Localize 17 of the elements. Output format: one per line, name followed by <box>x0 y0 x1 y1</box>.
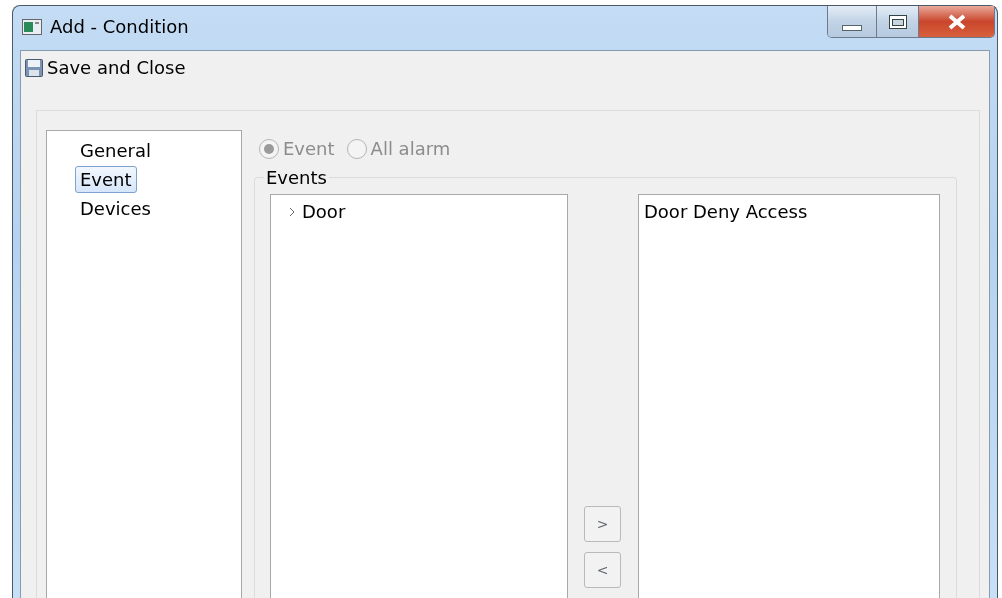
group-title: Events <box>265 167 328 188</box>
close-button[interactable] <box>919 6 994 37</box>
maximize-button[interactable] <box>877 6 919 37</box>
sidebar-item[interactable]: Devices <box>75 195 156 222</box>
maximize-icon <box>888 14 907 29</box>
minimize-icon <box>842 24 862 31</box>
list-item[interactable]: Door Deny Access <box>644 201 934 222</box>
close-icon <box>946 13 967 30</box>
sidebar-item[interactable]: Event <box>75 166 137 193</box>
window-title: Add - Condition <box>50 16 189 37</box>
move-button[interactable]: < <box>584 552 621 588</box>
window-app-icon <box>22 18 42 35</box>
save-and-close-button[interactable]: Save and Close <box>25 57 186 78</box>
sidebar-item[interactable]: General <box>75 137 156 164</box>
minimize-button[interactable] <box>828 6 877 37</box>
tree-item[interactable]: Door <box>276 201 562 222</box>
move-button[interactable]: > <box>584 506 621 542</box>
